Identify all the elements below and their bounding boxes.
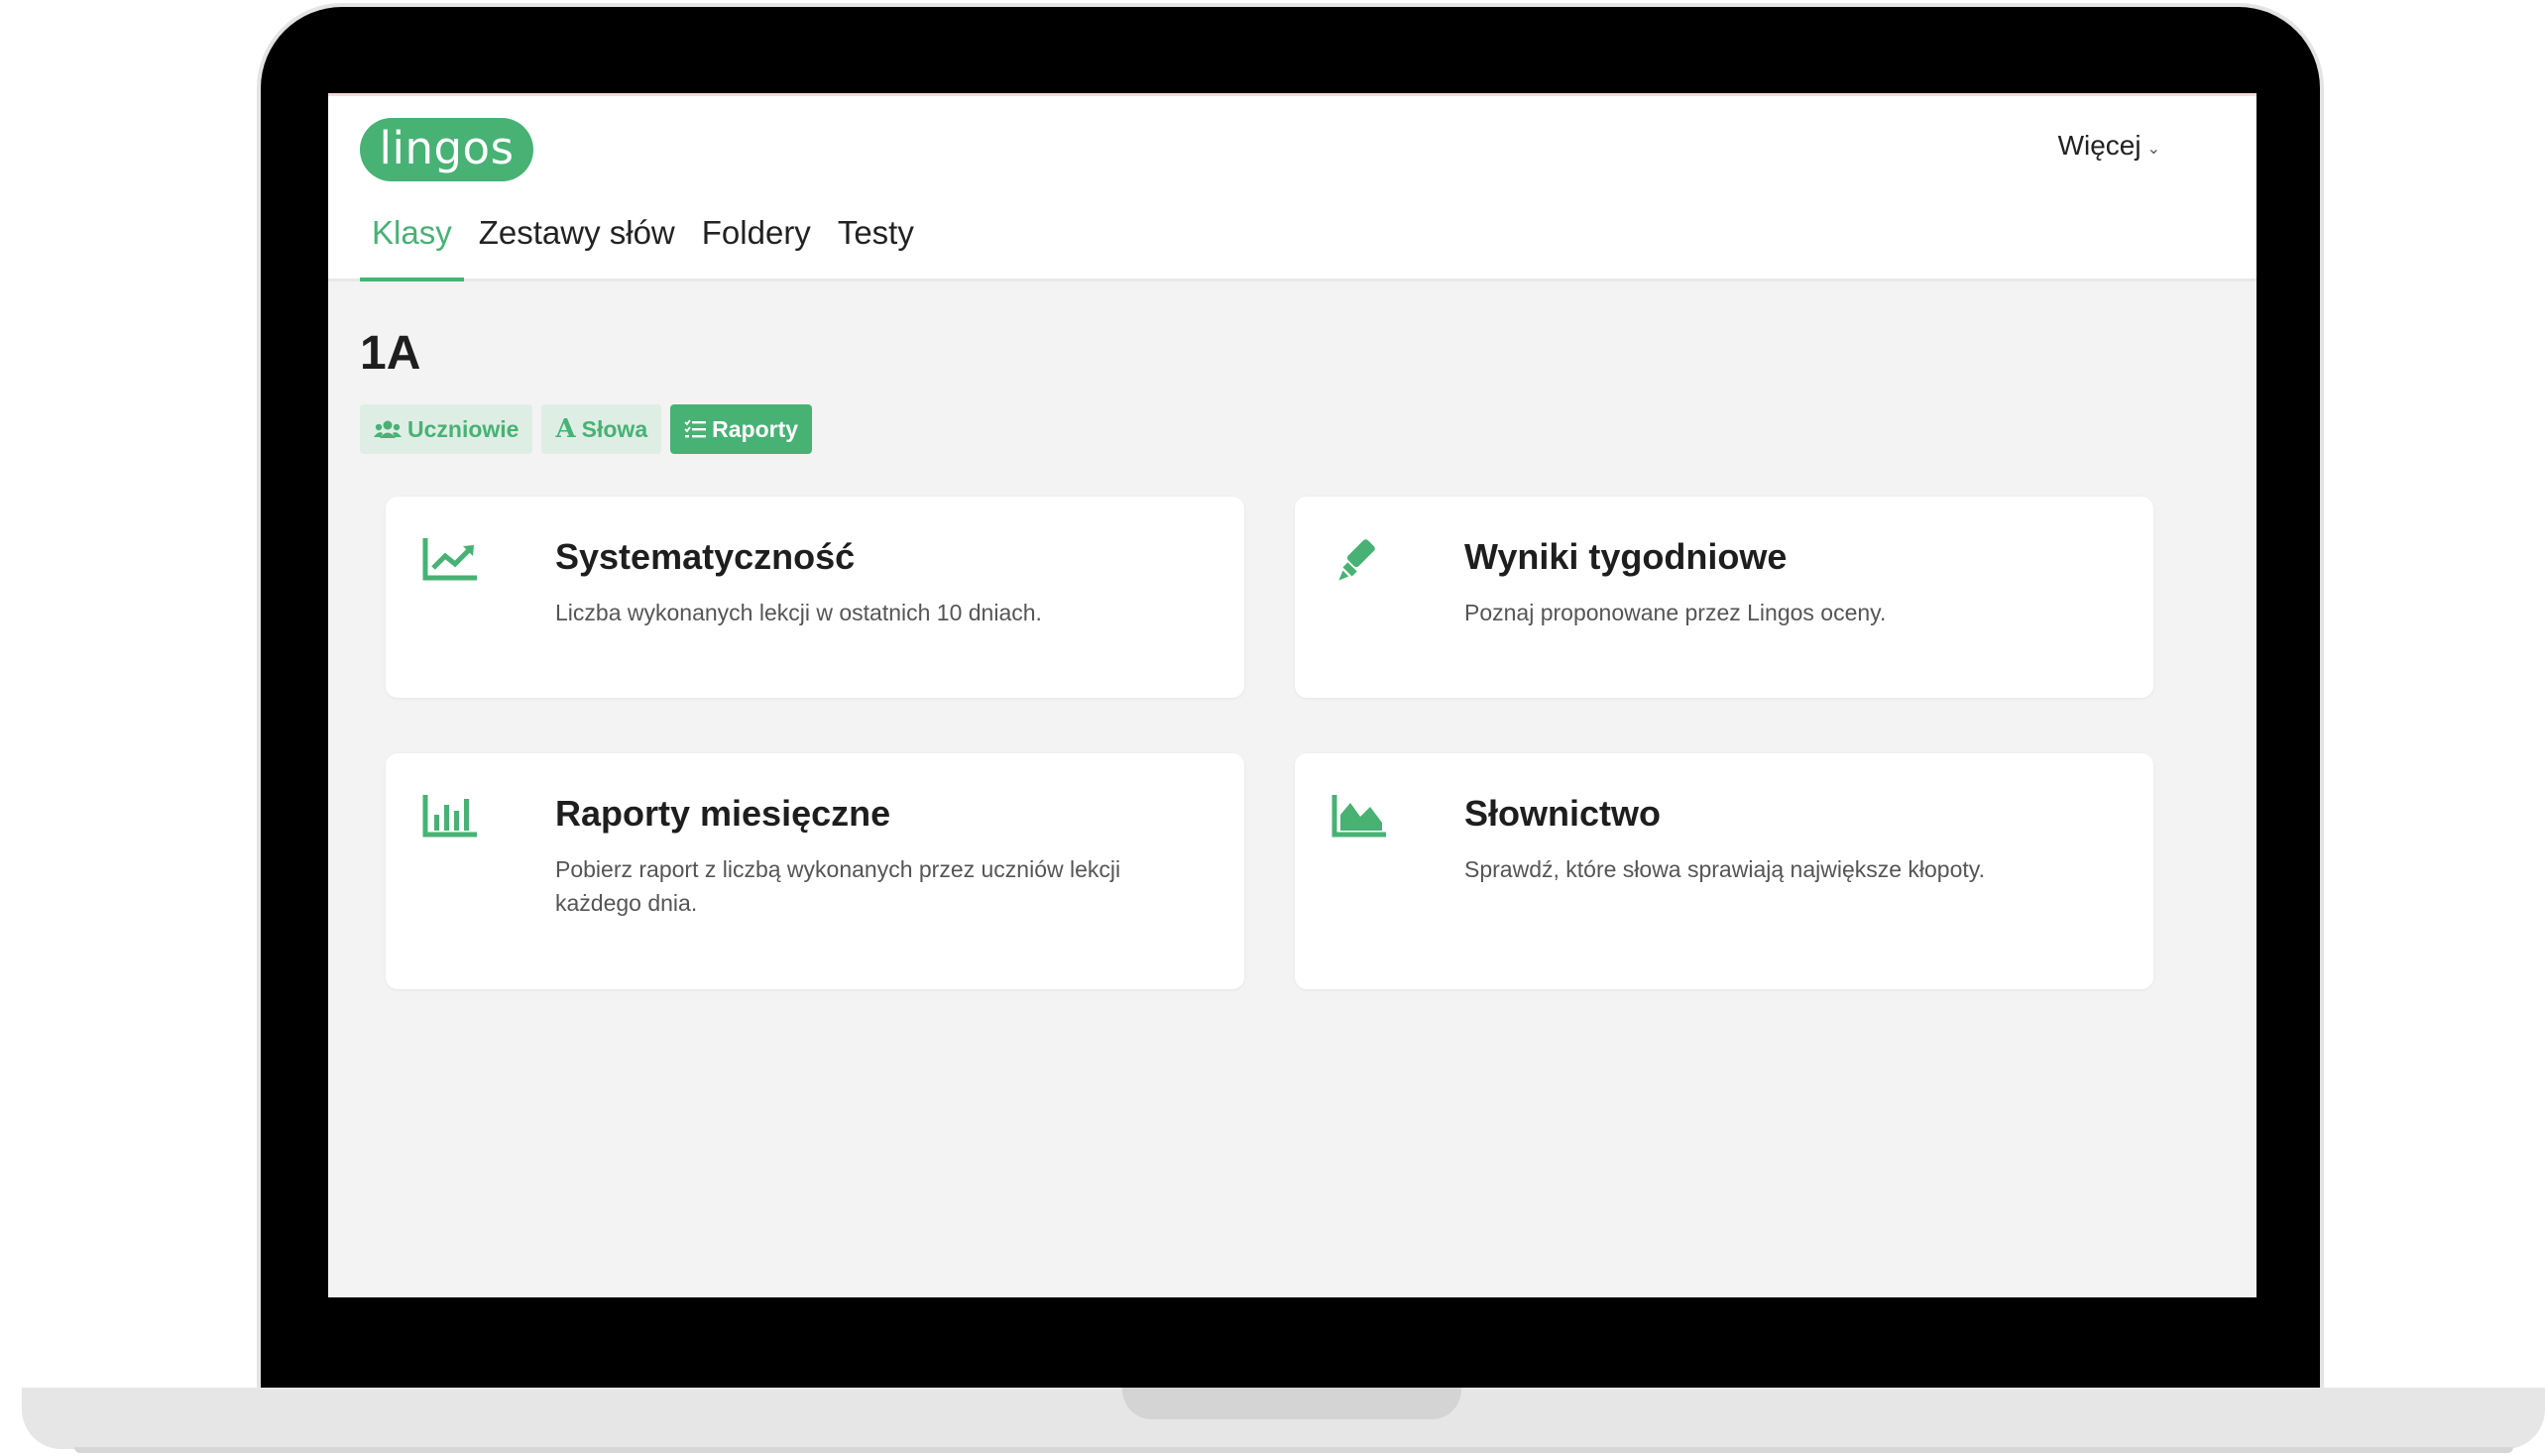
list-icon [684, 419, 707, 438]
subtab-uczniowie[interactable]: Uczniowie [360, 404, 533, 454]
tab-testy[interactable]: Testy [826, 207, 926, 281]
subtab-raporty[interactable]: Raporty [670, 404, 813, 454]
chevron-down-icon: ⌄ [2146, 141, 2160, 158]
lingos-logo[interactable]: lingos [360, 118, 533, 181]
laptop-base-edge [74, 1447, 2513, 1453]
more-label: Więcej [2057, 130, 2141, 161]
area-chart-icon [1331, 795, 1386, 838]
card-description: Pobierz raport z liczbą wykonanych przez… [555, 856, 1121, 916]
tab-foldery[interactable]: Foldery [690, 207, 823, 281]
card-title: Raporty miesięczne [555, 793, 891, 834]
page-title: 1A [360, 327, 421, 380]
subtab-uczniowie-label: Uczniowie [407, 415, 520, 442]
card-description: Sprawdź, które słowa sprawiają największ… [1464, 856, 1985, 882]
card-description: Liczba wykonanych lekcji w ostatnich 10 … [555, 600, 1042, 625]
report-card-slownictwo[interactable]: Słownictwo Sprawdź, które słowa sprawiaj… [1295, 753, 2153, 989]
line-chart-icon [422, 538, 477, 581]
main-nav: Klasy Zestawy słów Foldery Testy [360, 207, 929, 281]
letter-a-icon: A [555, 414, 576, 444]
top-bar: lingos Więcej ⌄ Klasy Zestawy słów Folde… [328, 96, 2256, 281]
more-menu[interactable]: Więcej ⌄ [2058, 130, 2160, 162]
subtab-slowa-label: Słowa [581, 415, 648, 442]
report-card-wyniki-tygodniowe[interactable]: Wyniki tygodniowe Poznaj proponowane prz… [1295, 497, 2153, 698]
card-title: Wyniki tygodniowe [1464, 536, 1788, 577]
users-icon [374, 420, 402, 438]
tab-zestawy-slow[interactable]: Zestawy słów [467, 207, 687, 281]
card-description: Poznaj proponowane przez Lingos oceny. [1464, 600, 1887, 625]
card-title: Słownictwo [1464, 793, 1661, 834]
laptop-notch [1122, 1388, 1461, 1419]
subtab-slowa[interactable]: A Słowa [541, 404, 662, 454]
subtab-raporty-label: Raporty [712, 415, 799, 442]
report-card-systematycznosc[interactable]: Systematyczność Liczba wykonanych lekcji… [386, 497, 1244, 698]
report-card-raporty-miesieczne[interactable]: Raporty miesięczne Pobierz raport z licz… [386, 753, 1244, 989]
app-screen: lingos Więcej ⌄ Klasy Zestawy słów Folde… [328, 93, 2256, 1297]
card-title: Systematyczność [555, 536, 856, 577]
class-subtabs: Uczniowie A Słowa Raporty [360, 404, 813, 454]
tab-klasy[interactable]: Klasy [360, 207, 464, 281]
bar-chart-icon [422, 795, 477, 838]
highlighter-icon [1338, 539, 1375, 581]
